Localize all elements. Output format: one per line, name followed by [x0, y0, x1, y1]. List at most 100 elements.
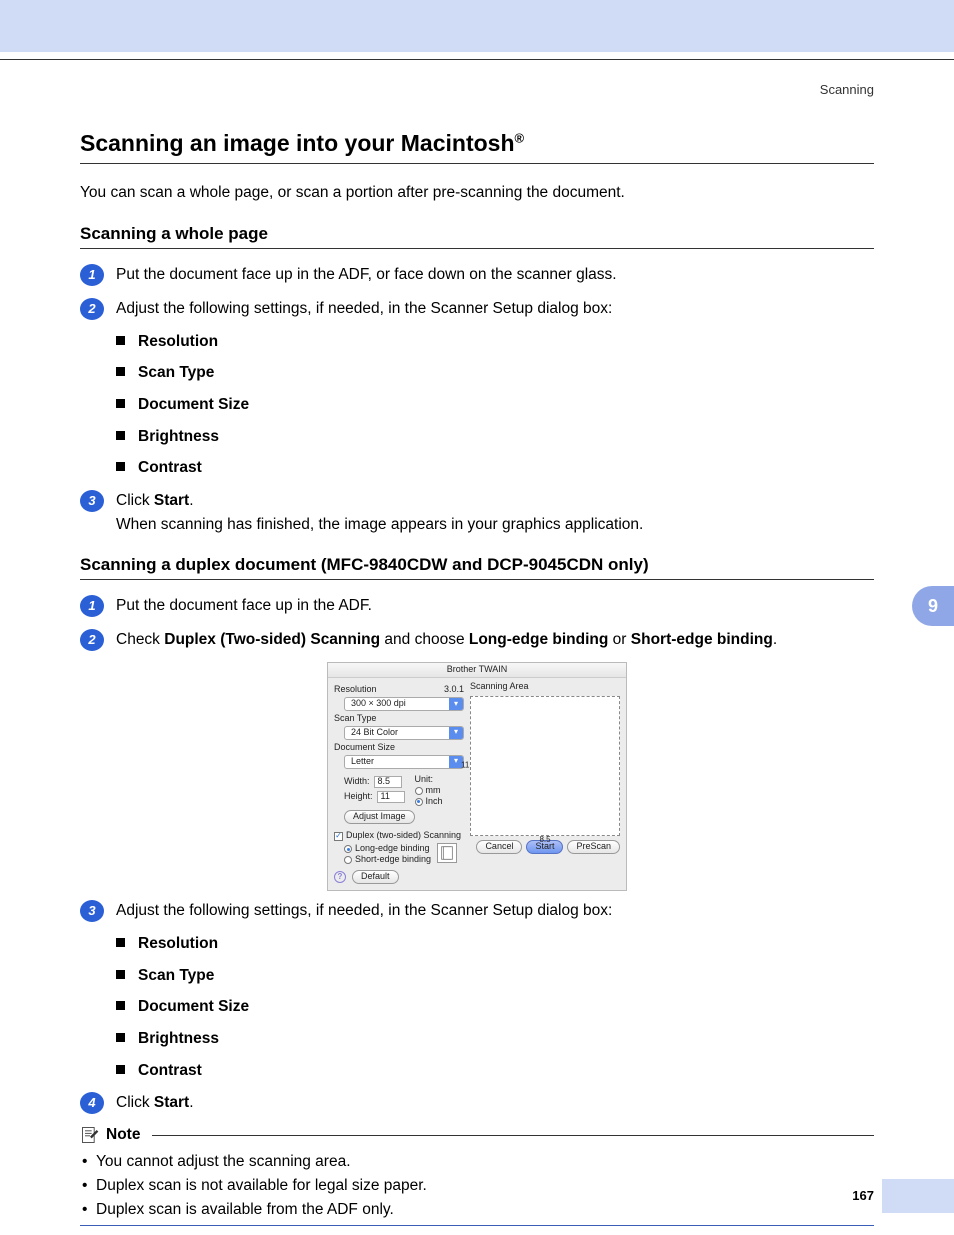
version-text: 3.0.1 [444, 685, 464, 695]
step3-post: . [189, 492, 193, 509]
step-2: 2 Adjust the following settings, if need… [80, 297, 874, 321]
intro-text: You can scan a whole page, or scan a por… [80, 182, 874, 204]
prescan-button[interactable]: PreScan [567, 840, 620, 854]
step-text: Put the document face up in the ADF. [116, 594, 874, 618]
note-item: Duplex scan is available from the ADF on… [80, 1201, 874, 1219]
step-badge: 4 [80, 1092, 104, 1114]
scanning-area-label: Scanning Area [470, 682, 620, 692]
step-badge: 2 [80, 298, 104, 320]
unit-inch-row[interactable]: Inch [415, 797, 443, 807]
s2-b3: Short-edge binding [631, 631, 773, 648]
step-text: Check Duplex (Two-sided) Scanning and ch… [116, 628, 874, 652]
step3-pre: Click [116, 492, 154, 509]
default-button[interactable]: Default [352, 870, 399, 884]
header-bar [0, 0, 954, 52]
short-edge-radio[interactable]: Short-edge binding [344, 855, 431, 865]
s2-or: or [608, 631, 630, 648]
list-item: Brightness [116, 426, 874, 448]
step-text: Put the document face up in the ADF, or … [116, 263, 874, 287]
step-text: Adjust the following settings, if needed… [116, 297, 874, 321]
s4-post: . [189, 1094, 193, 1111]
radio-icon [344, 856, 352, 864]
note-icon [80, 1125, 100, 1145]
note-item: Duplex scan is not available for legal s… [80, 1177, 874, 1195]
step-text: Adjust the following settings, if needed… [116, 899, 874, 923]
adjust-image-button[interactable]: Adjust Image [344, 810, 415, 824]
scanning-area-preview[interactable]: 11 8.5 [470, 696, 620, 836]
header-label: Scanning [820, 82, 874, 97]
step-1: 1 Put the document face up in the ADF, o… [80, 263, 874, 287]
page-title-text: Scanning an image into your Macintosh [80, 130, 515, 156]
width-field[interactable]: 8.5 [374, 776, 402, 788]
resolution-select[interactable]: 300 × 300 dpi ▾ [344, 697, 464, 711]
duplex-step-1: 1 Put the document face up in the ADF. [80, 594, 874, 618]
s2-mid: and choose [380, 631, 469, 648]
list-item: Scan Type [116, 965, 874, 987]
registered-mark: ® [515, 130, 525, 145]
cancel-button[interactable]: Cancel [476, 840, 522, 854]
unit-inch-label: Inch [426, 797, 443, 807]
docsize-label: Document Size [334, 743, 464, 753]
s4-pre: Click [116, 1094, 154, 1111]
duplex-step-4: 4 Click Start. [80, 1091, 874, 1115]
duplex-step-3: 3 Adjust the following settings, if need… [80, 899, 874, 923]
note-item: You cannot adjust the scanning area. [80, 1153, 874, 1171]
note-bottom-rule [80, 1225, 874, 1226]
scantype-label: Scan Type [334, 714, 464, 724]
radio-icon [415, 787, 423, 795]
dialog-screenshot: Brother TWAIN Resolution 3.0.1 300 × 300… [80, 662, 874, 891]
step-badge: 1 [80, 264, 104, 286]
list-item: Document Size [116, 996, 874, 1018]
width-label: Width: [344, 777, 370, 787]
ruler-tick-v: 11 [461, 762, 469, 771]
step-3: 3 Click Start. When scanning has finishe… [80, 489, 874, 537]
step-text: Click Start. When scanning has finished,… [116, 489, 874, 537]
header-divider [0, 59, 954, 60]
step-badge: 3 [80, 900, 104, 922]
step3-bold: Start [154, 492, 189, 509]
list-item: Resolution [116, 331, 874, 353]
list-item: Brightness [116, 1028, 874, 1050]
scantype-select[interactable]: 24 Bit Color ▾ [344, 726, 464, 740]
ruler-tick-h: 8.5 [539, 836, 550, 845]
note-label: Note [106, 1126, 140, 1144]
docsize-value: Letter [351, 757, 374, 767]
height-row: Height: 11 [344, 791, 405, 803]
resolution-label: Resolution 3.0.1 [334, 685, 464, 695]
unit-mm-row[interactable]: mm [415, 786, 443, 796]
s2-b1: Duplex (Two-sided) Scanning [164, 631, 380, 648]
note-list: You cannot adjust the scanning area. Dup… [80, 1153, 874, 1219]
unit-label: Unit: [415, 775, 443, 785]
binding-icon [437, 843, 457, 863]
list-item: Scan Type [116, 362, 874, 384]
note-rule [152, 1135, 874, 1136]
list-item: Contrast [116, 457, 874, 479]
radio-icon [344, 845, 352, 853]
resolution-value: 300 × 300 dpi [351, 699, 406, 709]
s4-bold: Start [154, 1094, 189, 1111]
list-item: Document Size [116, 394, 874, 416]
s2-post: . [773, 631, 777, 648]
dropdown-icon: ▾ [449, 727, 463, 739]
duplex-check-label: Duplex (two-sided) Scanning [346, 831, 461, 841]
note-heading: Note [80, 1125, 874, 1145]
step-badge: 1 [80, 595, 104, 617]
duplex-step-2: 2 Check Duplex (Two-sided) Scanning and … [80, 628, 874, 652]
height-field[interactable]: 11 [377, 791, 405, 803]
scantype-value: 24 Bit Color [351, 728, 398, 738]
docsize-select[interactable]: Letter ▾ [344, 755, 464, 769]
page-number-bar [882, 1179, 954, 1213]
step3-line2: When scanning has finished, the image ap… [116, 516, 643, 533]
step-text: Click Start. [116, 1091, 874, 1115]
help-icon[interactable]: ? [334, 871, 346, 883]
duplex-checkbox-row[interactable]: ✓ Duplex (two-sided) Scanning [334, 831, 464, 841]
settings-list-2: Resolution Scan Type Document Size Brigh… [116, 933, 874, 1081]
unit-mm-label: mm [426, 786, 441, 796]
long-edge-radio[interactable]: Long-edge binding [344, 844, 431, 854]
step-badge: 3 [80, 490, 104, 512]
dialog-title: Brother TWAIN [328, 663, 626, 678]
s2-pre: Check [116, 631, 164, 648]
s2-b2: Long-edge binding [469, 631, 608, 648]
page-content: Scanning an image into your Macintosh® Y… [80, 130, 874, 1226]
radio-icon [415, 798, 423, 806]
